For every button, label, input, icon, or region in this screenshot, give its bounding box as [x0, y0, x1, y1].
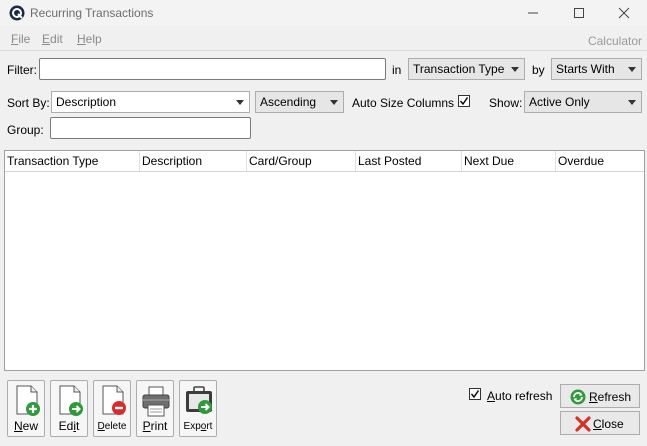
- show-filter-value: Active Only: [529, 95, 590, 109]
- menu-separator: [0, 50, 647, 51]
- auto-refresh-label: Auto refresh: [487, 389, 553, 403]
- filter-mode-value: Starts With: [556, 62, 615, 76]
- table-header: Transaction Type Description Card/Group …: [5, 151, 644, 172]
- edit-button[interactable]: Edit: [50, 380, 88, 437]
- column-header-card-group[interactable]: Card/Group: [247, 151, 356, 171]
- filter-input[interactable]: [39, 58, 386, 80]
- chevron-down-icon: [628, 100, 636, 105]
- print-button[interactable]: Print: [136, 380, 174, 437]
- show-filter-select[interactable]: Active Only: [524, 91, 642, 113]
- export-briefcase-icon: [186, 386, 212, 414]
- sort-order-select[interactable]: Ascending: [255, 91, 344, 113]
- auto-refresh-checkbox[interactable]: [469, 388, 481, 400]
- close-icon: [618, 7, 630, 19]
- print-button-label: Print: [142, 419, 168, 433]
- new-document-icon: [16, 385, 40, 416]
- close-button[interactable]: Close: [560, 411, 640, 435]
- auto-size-columns-checkbox[interactable]: [458, 95, 470, 107]
- refresh-button-label: Refresh: [589, 390, 632, 404]
- calculator-link[interactable]: Calculator: [588, 34, 642, 48]
- delete-button[interactable]: Delete: [93, 380, 131, 437]
- close-window-button[interactable]: [601, 0, 647, 26]
- chevron-down-icon: [511, 67, 519, 72]
- new-button[interactable]: New: [7, 380, 45, 437]
- title-bar: Recurring Transactions: [0, 0, 647, 26]
- group-input[interactable]: [50, 117, 251, 139]
- minimize-icon: [528, 12, 538, 14]
- menu-file[interactable]: File: [11, 32, 30, 46]
- menu-edit[interactable]: Edit: [42, 32, 63, 46]
- maximize-button[interactable]: [556, 0, 602, 26]
- edit-document-icon: [59, 385, 83, 416]
- show-label: Show:: [489, 96, 523, 110]
- menu-help[interactable]: Help: [77, 32, 102, 46]
- filter-label: Filter:: [7, 63, 37, 77]
- app-logo-icon: [9, 5, 25, 21]
- edit-button-label: Edit: [58, 419, 80, 433]
- sort-field-value: Description: [56, 95, 117, 109]
- sort-order-value: Ascending: [260, 95, 317, 109]
- printer-icon: [142, 386, 170, 417]
- checkmark-icon: [470, 390, 480, 399]
- filter-in-label: in: [392, 63, 402, 77]
- auto-size-columns-label: Auto Size Columns: [352, 96, 455, 110]
- export-button-label: Export: [183, 421, 213, 432]
- group-label: Group:: [7, 123, 44, 137]
- column-header-overdue[interactable]: Overdue: [556, 151, 644, 171]
- delete-button-label: Delete: [97, 421, 127, 432]
- sort-field-select[interactable]: Description: [51, 91, 250, 113]
- column-header-transaction-type[interactable]: Transaction Type: [5, 151, 140, 171]
- transactions-table[interactable]: Transaction Type Description Card/Group …: [4, 150, 645, 371]
- column-header-last-posted[interactable]: Last Posted: [356, 151, 462, 171]
- refresh-button[interactable]: Refresh: [560, 384, 640, 408]
- filter-mode-select[interactable]: Starts With: [551, 58, 642, 80]
- maximize-icon: [574, 8, 584, 18]
- column-header-next-due[interactable]: Next Due: [462, 151, 556, 171]
- minimize-button[interactable]: [510, 0, 556, 26]
- close-x-icon: [575, 416, 591, 432]
- column-header-description[interactable]: Description: [140, 151, 247, 171]
- window-title: Recurring Transactions: [30, 6, 154, 20]
- chevron-down-icon: [330, 100, 338, 105]
- filter-by-label: by: [532, 63, 545, 77]
- close-button-label: Close: [593, 417, 624, 431]
- menu-bar: File Edit Help Calculator: [0, 28, 647, 50]
- checkmark-icon: [459, 97, 469, 106]
- new-button-label: New: [13, 419, 38, 433]
- chevron-down-icon: [628, 67, 636, 72]
- filter-field-value: Transaction Type: [413, 62, 505, 76]
- chevron-down-icon: [236, 100, 244, 105]
- refresh-icon: [570, 389, 586, 405]
- delete-document-icon: [102, 385, 126, 415]
- sort-by-label: Sort By:: [7, 96, 50, 110]
- export-button[interactable]: Export: [179, 380, 217, 437]
- filter-field-select[interactable]: Transaction Type: [408, 58, 525, 80]
